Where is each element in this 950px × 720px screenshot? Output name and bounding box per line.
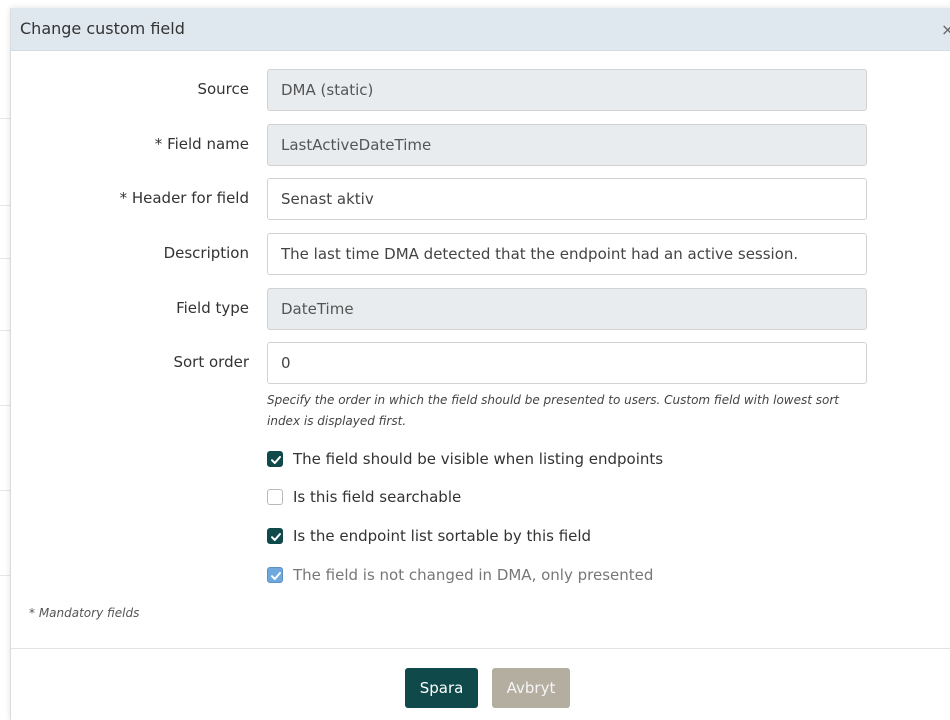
change-custom-field-dialog: Change custom field × Source * Field nam…	[10, 8, 950, 720]
field-name-input[interactable]	[267, 124, 867, 166]
header-input[interactable]	[267, 178, 867, 220]
footer-divider	[11, 648, 950, 649]
sort-order-row: Sort order	[11, 342, 950, 384]
background-divider	[0, 330, 10, 331]
dialog-title: Change custom field	[20, 19, 185, 38]
sort-order-input[interactable]	[267, 342, 867, 384]
cancel-button[interactable]: Avbryt	[492, 668, 570, 708]
save-button[interactable]: Spara	[405, 668, 478, 708]
source-label: Source	[197, 80, 249, 98]
checkbox-searchable-row[interactable]: Is this field searchable	[267, 486, 867, 508]
sortable-checkbox[interactable]	[267, 528, 283, 544]
sort-order-label: Sort order	[173, 353, 249, 371]
source-row: Source	[11, 69, 950, 111]
mandatory-fields-note: * Mandatory fields	[29, 606, 140, 620]
field-name-row: * Field name	[11, 124, 950, 166]
checkbox-not-changed-row: The field is not changed in DMA, only pr…	[267, 564, 867, 586]
sortable-checkbox-label[interactable]: Is the endpoint list sortable by this fi…	[293, 525, 591, 547]
header-label: * Header for field	[119, 189, 249, 207]
description-label: Description	[163, 244, 249, 262]
field-type-input[interactable]	[267, 288, 867, 330]
sort-order-help-text: Specify the order in which the field sho…	[267, 393, 839, 428]
close-icon[interactable]: ×	[941, 20, 950, 39]
not-changed-checkbox	[267, 567, 283, 583]
checkbox-sortable-row[interactable]: Is the endpoint list sortable by this fi…	[267, 525, 867, 547]
header-row: * Header for field	[11, 178, 950, 220]
checkbox-visible-row[interactable]: The field should be visible when listing…	[267, 448, 867, 470]
background-divider	[0, 258, 10, 259]
background-divider	[0, 490, 10, 491]
source-input[interactable]	[267, 69, 867, 111]
checkmark-icon	[271, 533, 281, 541]
searchable-checkbox-label[interactable]: Is this field searchable	[293, 486, 461, 508]
dialog-header: Change custom field ×	[11, 8, 950, 51]
background-divider	[0, 405, 10, 406]
field-type-label: Field type	[176, 299, 249, 317]
field-type-row: Field type	[11, 288, 950, 330]
background-divider	[0, 205, 10, 206]
description-input[interactable]	[267, 233, 867, 275]
description-row: Description	[11, 233, 950, 275]
visible-checkbox-label[interactable]: The field should be visible when listing…	[293, 448, 663, 470]
background-divider	[0, 118, 10, 119]
not-changed-checkbox-label: The field is not changed in DMA, only pr…	[293, 566, 654, 584]
checkmark-icon	[271, 572, 281, 580]
checkmark-icon	[271, 456, 281, 464]
field-name-label: * Field name	[154, 135, 249, 153]
searchable-checkbox[interactable]	[267, 489, 283, 505]
background-divider	[0, 575, 10, 576]
visible-checkbox[interactable]	[267, 451, 283, 467]
